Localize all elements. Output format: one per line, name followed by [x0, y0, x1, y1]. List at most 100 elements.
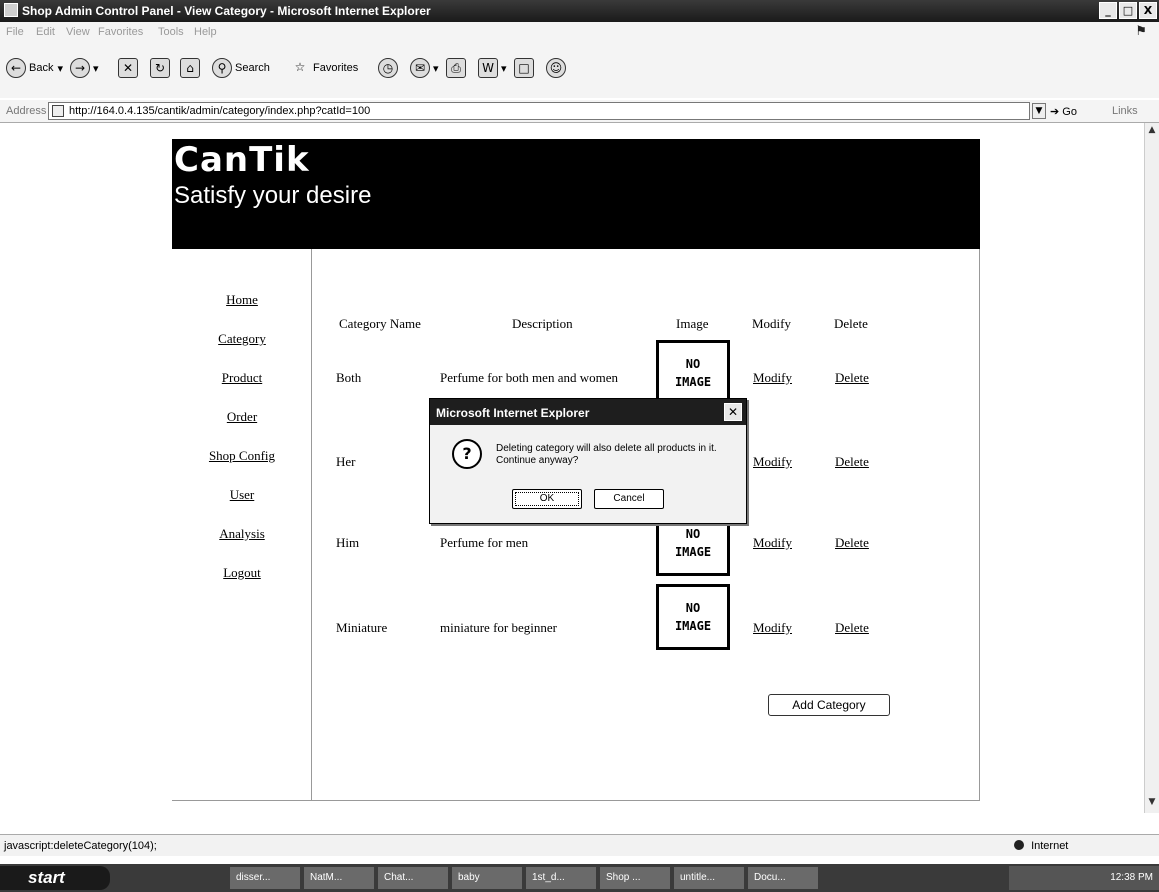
- discuss-icon: □: [514, 58, 534, 78]
- header-image: Image: [676, 316, 709, 331]
- address-bar: Address http://164.0.4.135/cantik/admin/…: [0, 100, 1159, 123]
- stop-icon: ✕: [118, 58, 138, 78]
- ok-button[interactable]: OK: [512, 489, 582, 509]
- modify-link[interactable]: Modify: [753, 620, 792, 636]
- refresh-icon: ↻: [150, 58, 170, 78]
- start-button[interactable]: start: [0, 866, 110, 890]
- task-button[interactable]: untitle...: [674, 867, 744, 889]
- no-image-line1: NO: [685, 357, 701, 371]
- nav-product[interactable]: Product: [172, 370, 312, 386]
- messenger-icon: ☺: [546, 58, 566, 78]
- forward-dropdown-icon: ▾: [93, 62, 99, 75]
- site-tagline: Satisfy your desire: [174, 182, 372, 209]
- dialog-message: Deleting category will also delete all p…: [496, 443, 717, 467]
- menu-file[interactable]: File: [6, 26, 24, 38]
- header-delete: Delete: [834, 316, 868, 331]
- nav-home[interactable]: Home: [172, 292, 312, 308]
- scroll-up-icon[interactable]: ▲: [1146, 125, 1158, 139]
- discuss-button[interactable]: □: [514, 58, 537, 78]
- task-list: disser... NatM... Chat... baby 1st_d... …: [230, 867, 818, 889]
- nav-logout[interactable]: Logout: [172, 565, 312, 581]
- cell-description: miniature for beginner: [440, 620, 557, 635]
- add-category-button[interactable]: Add Category: [768, 694, 890, 716]
- no-image-line2: IMAGE: [674, 375, 712, 389]
- history-button[interactable]: ◷: [378, 58, 401, 78]
- task-button[interactable]: Docu...: [748, 867, 818, 889]
- globe-icon: [1014, 840, 1024, 850]
- nav-category[interactable]: Category: [172, 331, 312, 347]
- no-image-placeholder: NO IMAGE: [656, 584, 730, 650]
- modify-link[interactable]: Modify: [753, 454, 792, 470]
- messenger-button[interactable]: ☺: [546, 58, 569, 78]
- delete-link[interactable]: Delete: [835, 370, 869, 386]
- links-button[interactable]: Links: [1112, 105, 1138, 117]
- history-icon: ◷: [378, 58, 398, 78]
- nav-order[interactable]: Order: [172, 409, 312, 425]
- mail-icon: ✉: [410, 58, 430, 78]
- go-arrow-icon: ➔: [1050, 106, 1060, 118]
- zone-label: Internet: [1031, 840, 1069, 852]
- confirm-dialog: Microsoft Internet Explorer ✕ ? Deleting…: [429, 398, 747, 524]
- dialog-close-icon[interactable]: ✕: [724, 403, 742, 421]
- dialog-message-line1: Deleting category will also delete all p…: [496, 443, 717, 454]
- close-window-button[interactable]: X: [1139, 2, 1157, 19]
- go-button[interactable]: ➔ Go: [1050, 105, 1077, 118]
- minimize-button[interactable]: _: [1099, 2, 1117, 19]
- edit-dropdown-icon: ▾: [501, 62, 507, 75]
- task-button[interactable]: Chat...: [378, 867, 448, 889]
- edit-icon: W: [478, 58, 498, 78]
- menu-tools[interactable]: Tools: [158, 26, 184, 38]
- dialog-title-bar: Microsoft Internet Explorer ✕: [430, 399, 746, 425]
- cell-name: Both: [336, 370, 362, 385]
- modify-link[interactable]: Modify: [753, 535, 792, 551]
- cell-name: Her: [336, 454, 356, 469]
- nav-shop-config[interactable]: Shop Config: [172, 448, 312, 464]
- delete-link[interactable]: Delete: [835, 535, 869, 551]
- address-input[interactable]: http://164.0.4.135/cantik/admin/category…: [48, 102, 1030, 120]
- menu-help[interactable]: Help: [194, 26, 217, 38]
- nav-user[interactable]: User: [172, 487, 312, 503]
- scroll-down-icon[interactable]: ▼: [1146, 797, 1158, 811]
- refresh-button[interactable]: ↻: [150, 58, 173, 78]
- address-url: http://164.0.4.135/cantik/admin/category…: [69, 105, 371, 117]
- back-button[interactable]: ← Back ▾: [6, 58, 63, 78]
- address-dropdown-button[interactable]: ▼: [1032, 103, 1046, 119]
- status-text: javascript:deleteCategory(104);: [4, 840, 157, 852]
- cancel-button[interactable]: Cancel: [594, 489, 664, 509]
- mail-button[interactable]: ✉ ▾: [410, 58, 439, 78]
- stop-button[interactable]: ✕: [118, 58, 141, 78]
- favorites-button[interactable]: ☆ Favorites: [290, 58, 359, 78]
- menu-bar: File Edit View Favorites Tools Help ⚑: [0, 22, 1159, 42]
- task-button[interactable]: disser...: [230, 867, 300, 889]
- menu-favorites[interactable]: Favorites: [98, 26, 143, 38]
- search-button[interactable]: ⚲ Search: [212, 58, 270, 78]
- delete-link[interactable]: Delete: [835, 454, 869, 470]
- delete-link[interactable]: Delete: [835, 620, 869, 636]
- search-label: Search: [235, 62, 270, 74]
- vertical-scrollbar[interactable]: ▲ ▼: [1144, 123, 1159, 813]
- address-label: Address: [6, 105, 47, 117]
- task-button[interactable]: NatM...: [304, 867, 374, 889]
- taskbar: start disser... NatM... Chat... baby 1st…: [0, 864, 1159, 892]
- forward-button[interactable]: → ▾: [70, 58, 99, 78]
- task-button[interactable]: 1st_d...: [526, 867, 596, 889]
- site-logo: CanTik: [174, 140, 310, 180]
- cell-name: Him: [336, 535, 360, 550]
- windows-flag-icon: ⚑: [1135, 24, 1147, 39]
- print-button[interactable]: ⎙: [446, 58, 469, 78]
- task-button[interactable]: baby: [452, 867, 522, 889]
- dialog-message-line2: Continue anyway?: [496, 455, 579, 466]
- home-button[interactable]: ⌂: [180, 58, 203, 78]
- modify-link[interactable]: Modify: [753, 370, 792, 386]
- maximize-button[interactable]: □: [1119, 2, 1137, 19]
- page-icon: [52, 105, 64, 117]
- back-dropdown-icon: ▾: [57, 62, 63, 75]
- menu-view[interactable]: View: [66, 26, 90, 38]
- status-bar: javascript:deleteCategory(104); Internet: [0, 834, 1159, 856]
- menu-edit[interactable]: Edit: [36, 26, 55, 38]
- dialog-title: Microsoft Internet Explorer: [436, 406, 590, 420]
- nav-analysis[interactable]: Analysis: [172, 526, 312, 542]
- edit-button[interactable]: W ▾: [478, 58, 507, 78]
- task-button[interactable]: Shop ...: [600, 867, 670, 889]
- clock: 12:38 PM: [1110, 872, 1153, 883]
